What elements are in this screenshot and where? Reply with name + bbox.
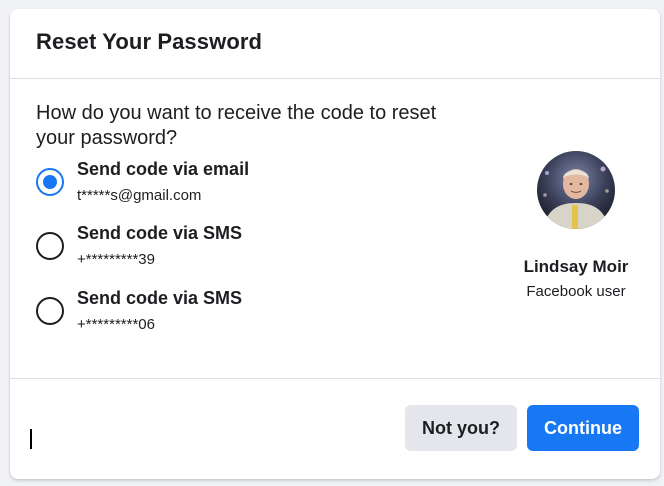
option-sms-2-label: Send code via SMS xyxy=(77,288,243,308)
radio-sms-1[interactable] xyxy=(36,232,64,260)
option-email-label: Send code via email xyxy=(77,159,250,179)
option-sms-1-detail: +*********39 xyxy=(77,251,155,268)
reset-password-dialog: Reset Your Password How do you want to r… xyxy=(10,9,660,479)
option-sms-1-label: Send code via SMS xyxy=(77,223,243,243)
dialog-body: How do you want to receive the code to r… xyxy=(10,79,660,379)
option-sms-2[interactable]: Send code via SMS +*********06 xyxy=(34,288,334,342)
profile-panel: Lindsay Moir Facebook user xyxy=(510,79,660,379)
dialog-header: Reset Your Password xyxy=(10,9,660,79)
avatar-image xyxy=(537,151,615,229)
radio-email[interactable] xyxy=(36,168,64,196)
profile-name: Lindsay Moir xyxy=(523,257,629,276)
option-email-detail: t*****s@gmail.com xyxy=(77,187,202,204)
recovery-question: How do you want to receive the code to r… xyxy=(36,102,437,149)
radio-sms-2[interactable] xyxy=(36,297,64,325)
not-you-button[interactable]: Not you? xyxy=(405,405,517,451)
profile-subtitle: Facebook user xyxy=(526,283,626,300)
option-sms-1[interactable]: Send code via SMS +*********39 xyxy=(34,223,334,277)
option-email[interactable]: Send code via email t*****s@gmail.com xyxy=(34,159,334,213)
dialog-title: Reset Your Password xyxy=(36,29,263,54)
text-cursor xyxy=(30,429,32,449)
option-sms-2-detail: +*********06 xyxy=(77,316,155,333)
continue-button[interactable]: Continue xyxy=(527,405,639,451)
dialog-footer: Not you? Continue xyxy=(10,379,660,479)
avatar xyxy=(537,151,615,229)
